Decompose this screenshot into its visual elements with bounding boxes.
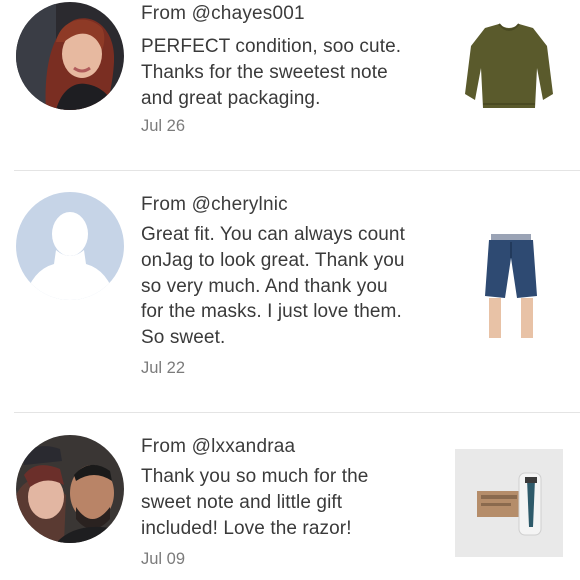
review-text: Great fit. You can always count onJag to… xyxy=(141,224,405,349)
reviewer-avatar[interactable] xyxy=(16,192,124,300)
item-thumbnail[interactable] xyxy=(455,449,563,557)
review-date: Jul 09 xyxy=(141,550,186,568)
review-date: Jul 22 xyxy=(141,359,186,377)
default-avatar-icon xyxy=(16,192,124,300)
review-text: Thank you so much for the sweet note and… xyxy=(141,466,369,539)
item-thumbnail[interactable] xyxy=(455,234,563,342)
reviewer-username-link[interactable]: @lxxandraa xyxy=(192,436,296,457)
review-author: From @chayes001 xyxy=(141,3,305,25)
reviewer-avatar[interactable] xyxy=(16,435,124,543)
review-date: Jul 26 xyxy=(141,117,186,135)
review-item: From @lxxandraa Thank you so much for th… xyxy=(0,413,580,580)
review-item: From @cherylnic Great fit. You can alway… xyxy=(0,171,580,412)
review-author: From @lxxandraa xyxy=(141,436,295,458)
review-text: PERFECT condition, soo cute. Thanks for … xyxy=(141,36,402,109)
reviewer-avatar[interactable] xyxy=(16,2,124,110)
item-thumbnail[interactable] xyxy=(455,16,563,124)
shorts-icon xyxy=(455,234,563,342)
review-item: From @chayes001 PERFECT condition, soo c… xyxy=(0,0,580,170)
reviewer-username-link[interactable]: @cherylnic xyxy=(192,194,288,215)
profile-photo-icon xyxy=(16,2,124,110)
review-author: From @cherylnic xyxy=(141,194,288,216)
reviewer-username-link[interactable]: @chayes001 xyxy=(192,3,305,24)
sweater-icon xyxy=(455,16,563,124)
razor-package-icon xyxy=(455,449,563,557)
from-label: From xyxy=(141,436,192,457)
profile-photo-icon xyxy=(16,435,124,543)
from-label: From xyxy=(141,194,192,215)
from-label: From xyxy=(141,3,192,24)
